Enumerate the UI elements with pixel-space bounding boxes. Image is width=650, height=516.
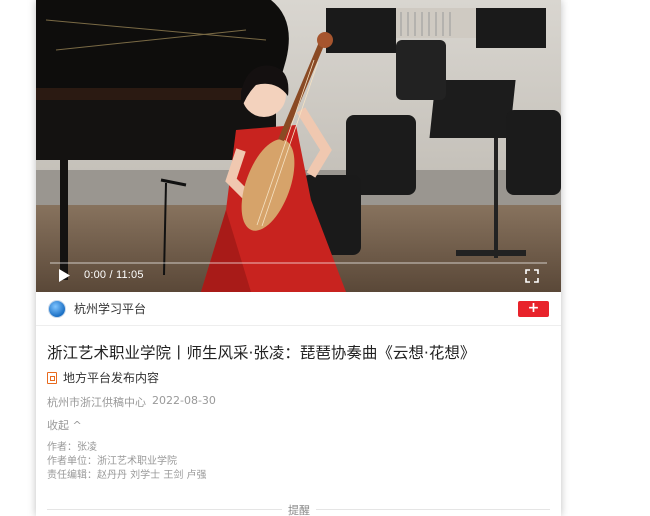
author: 作者：张凌 — [47, 442, 97, 453]
fullscreen-icon[interactable] — [525, 269, 539, 283]
article-details: 作者：张凌 作者单位：浙江艺术职业学院 责任编辑：赵丹丹 刘学士 王剑 卢强 — [47, 441, 207, 483]
source-logo — [48, 299, 66, 318]
notice-label: 提醒 — [282, 502, 316, 516]
badge-text: 地方平台发布内容 — [63, 371, 160, 385]
source-name[interactable]: 杭州学习平台 — [74, 300, 146, 317]
source-row: 杭州学习平台 + — [36, 292, 561, 326]
article-meta: 杭州市浙江供稿中心 2022-08-30 — [47, 394, 216, 410]
article-title: 浙江艺术职业学院丨师生风采·张凌：琵琶协奏曲《云想·花想》 — [47, 344, 476, 362]
video-player[interactable]: 0:00 / 11:05 — [36, 0, 561, 292]
origin: 杭州市浙江供稿中心 — [47, 396, 146, 409]
editors: 责任编辑：赵丹丹 刘学士 王剑 卢强 — [47, 470, 207, 481]
video-frame — [36, 0, 561, 292]
author-unit: 作者单位：浙江艺术职业学院 — [47, 456, 177, 467]
time-display: 0:00 / 11:05 — [84, 269, 144, 281]
follow-button[interactable]: + — [518, 301, 549, 317]
progress-bar[interactable] — [50, 262, 547, 264]
document-icon — [47, 371, 57, 384]
publisher-badge: 地方平台发布内容 — [47, 369, 159, 386]
publish-date: 2022-08-30 — [152, 394, 216, 407]
collapse-toggle[interactable]: 收起 ^ — [47, 417, 82, 433]
video-controls: 0:00 / 11:05 — [36, 258, 561, 292]
play-icon[interactable] — [58, 268, 72, 282]
article-card: 0:00 / 11:05 杭州学习平台 + 浙江艺术职业学院丨师生风采·张凌：琵… — [36, 0, 561, 516]
